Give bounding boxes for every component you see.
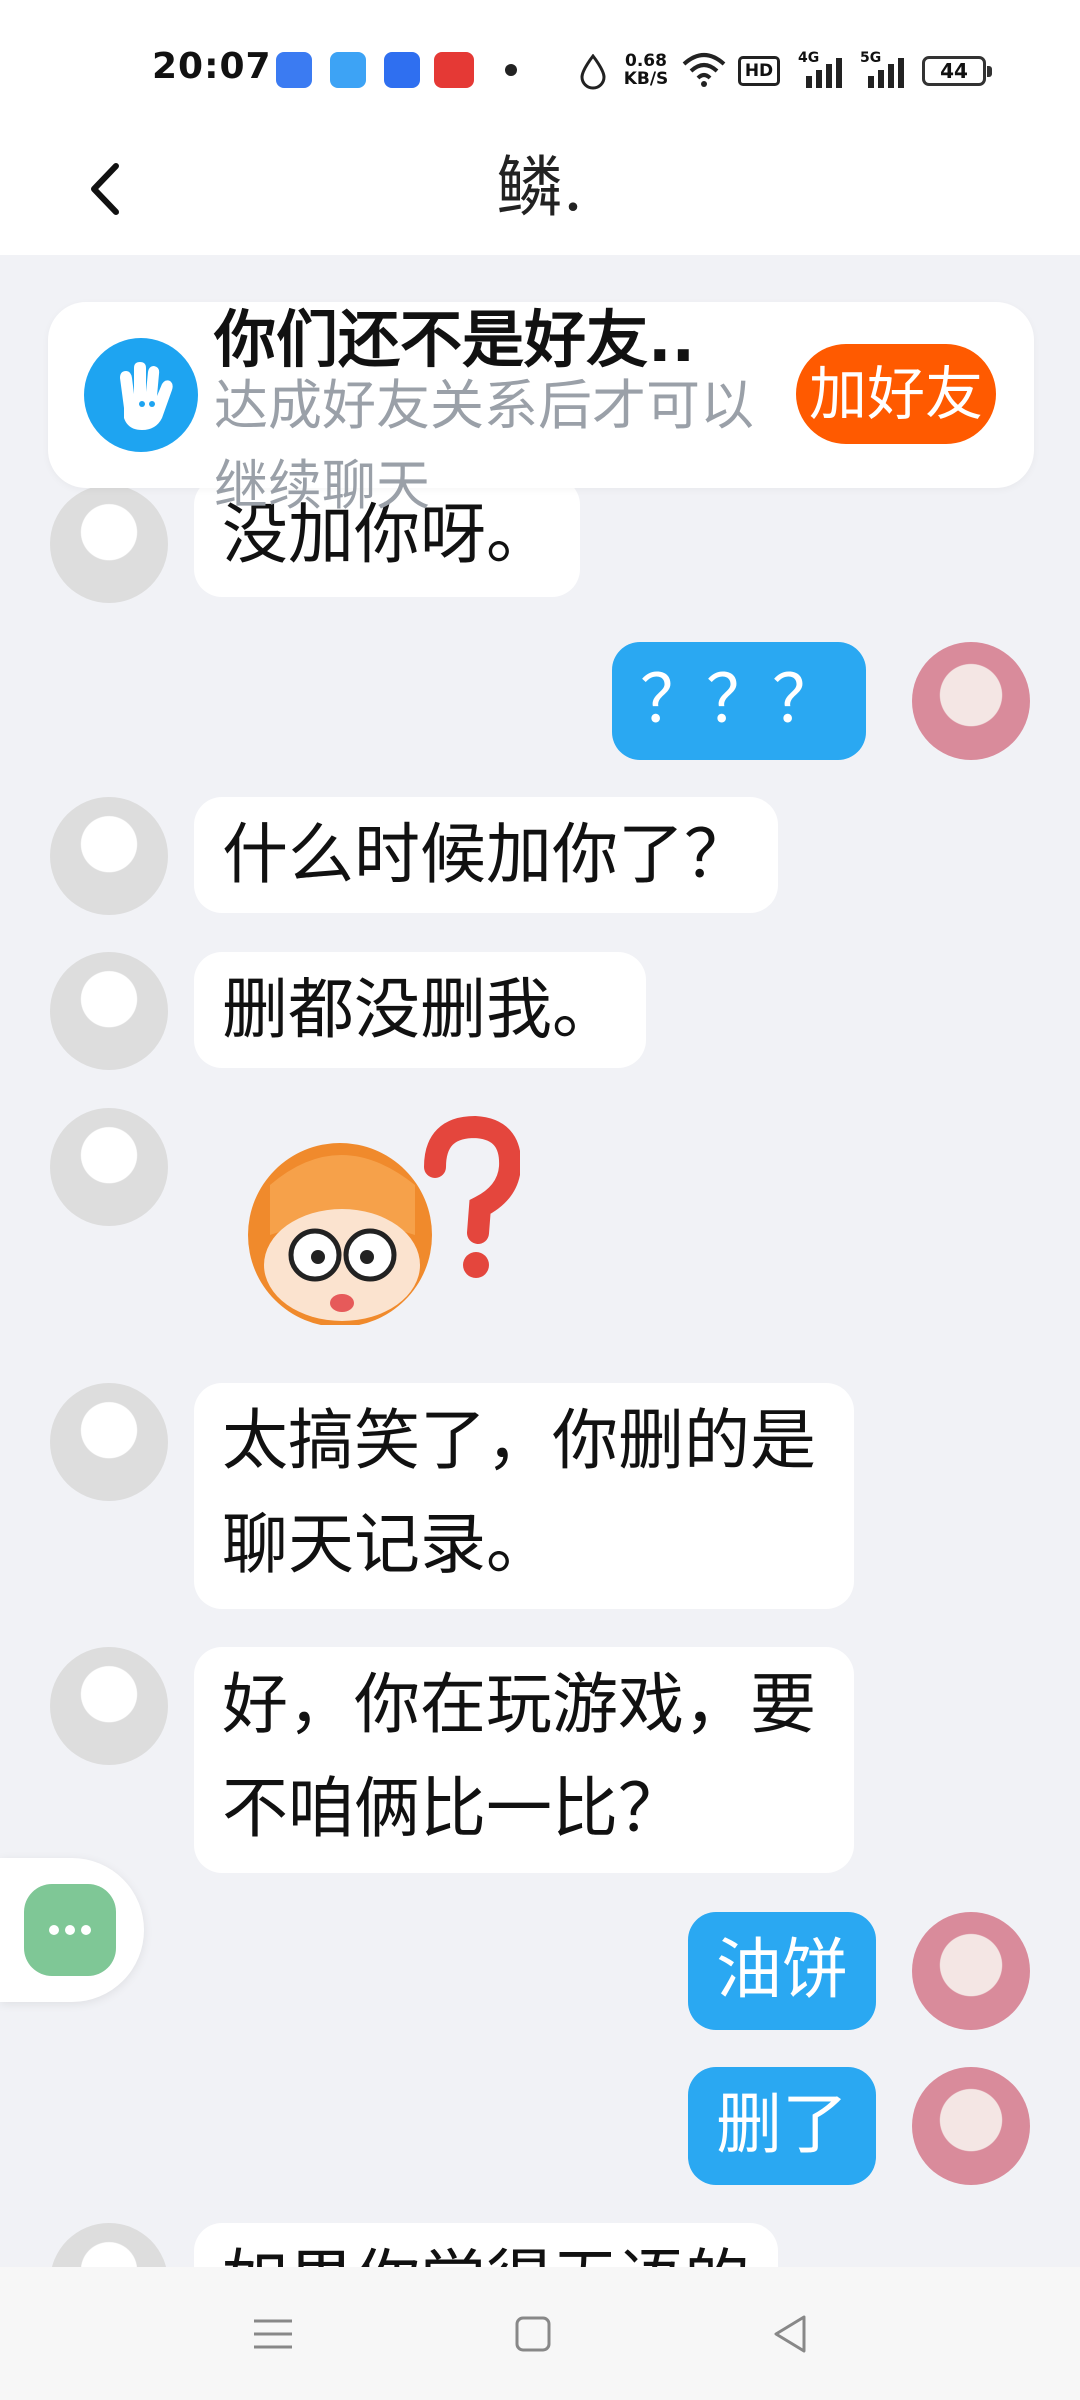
network-speed: 0.68 KB/S — [623, 51, 669, 89]
my-avatar[interactable] — [912, 2067, 1030, 2185]
message-list[interactable]: 没加你呀。 ？？？ 什么时候加你了？ 删都没删我。 太搞笑了，你删的是聊天记录。… — [0, 255, 1080, 2267]
water-drop-icon — [580, 54, 606, 90]
message-bubble[interactable]: ？？？ — [612, 642, 866, 760]
wifi-icon — [682, 53, 726, 87]
message-bubble[interactable]: 好，你在玩游戏，要不咱俩比一比？ — [194, 1647, 854, 1873]
app-notification-icon — [330, 52, 366, 88]
message-bubble[interactable]: 什么时候加你了？ — [194, 797, 778, 913]
app-notification-icon — [276, 52, 312, 88]
system-nav-bar — [0, 2267, 1080, 2400]
add-friend-button[interactable]: 加好友 — [796, 344, 996, 444]
message-bubble[interactable]: 太搞笑了，你删的是聊天记录。 — [194, 1383, 854, 1609]
contact-avatar[interactable] — [50, 1108, 168, 1226]
add-friend-banner: 你们还不是好友.. 达成好友关系后才可以继续聊天 加好友 — [48, 302, 1034, 517]
signal-icon — [868, 58, 904, 88]
banner-subtitle: 达成好友关系后才可以继续聊天 — [214, 374, 754, 517]
contact-avatar[interactable] — [50, 2223, 168, 2267]
home-icon[interactable] — [508, 2309, 558, 2359]
confused-face-sticker[interactable] — [230, 1115, 520, 1325]
menu-icon[interactable] — [248, 2309, 298, 2359]
my-avatar[interactable] — [912, 642, 1030, 760]
hand-wave-icon — [84, 338, 198, 452]
my-avatar[interactable] — [912, 1912, 1030, 2030]
contact-avatar[interactable] — [50, 485, 168, 603]
battery-icon: 44 — [922, 56, 992, 86]
chat-title: 鳞. — [496, 149, 584, 226]
more-notifications-icon — [505, 64, 517, 76]
message-bubble[interactable]: 删都没删我。 — [194, 952, 646, 1068]
back-icon[interactable] — [766, 2309, 816, 2359]
message-bubble[interactable]: 油饼 — [688, 1912, 876, 2030]
contact-avatar[interactable] — [50, 1383, 168, 1501]
chat-header: 鳞. — [0, 130, 1080, 255]
contact-avatar[interactable] — [50, 797, 168, 915]
status-bar: 20:07 0.68 KB/S HD 4G 5G 44 — [0, 0, 1080, 130]
message-bubble[interactable]: 如果你觉得无语的 — [194, 2223, 778, 2267]
baidu-icon — [384, 52, 420, 88]
contact-avatar[interactable] — [50, 952, 168, 1070]
status-time: 20:07 — [152, 46, 272, 87]
contact-avatar[interactable] — [50, 1647, 168, 1765]
message-bubble[interactable]: 删了 — [688, 2067, 876, 2185]
toutiao-icon — [434, 52, 474, 88]
floating-menu-button[interactable] — [0, 1858, 144, 2002]
more-icon — [24, 1884, 116, 1976]
hd-icon: HD — [738, 56, 780, 86]
signal-icon — [806, 58, 842, 88]
